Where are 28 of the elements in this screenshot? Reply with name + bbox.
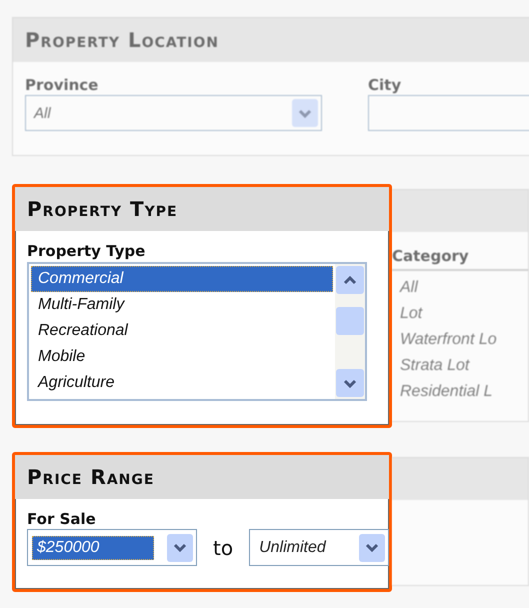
chevron-down-icon	[343, 378, 357, 388]
field-label: City	[368, 76, 402, 94]
list-item[interactable]: Recreational	[31, 318, 333, 344]
panel-title: Price Range	[27, 465, 154, 489]
list-item[interactable]: Commercial	[31, 266, 333, 292]
city-field[interactable]	[368, 95, 529, 131]
field-label: Category	[392, 247, 469, 265]
scroll-down-button[interactable]	[336, 369, 364, 397]
chevron-down-icon	[365, 543, 380, 552]
list-item[interactable]: Multi-Family	[31, 292, 333, 318]
field-label: For Sale	[27, 510, 96, 528]
dropdown-button[interactable]	[359, 534, 386, 562]
max-price-select[interactable]: Unlimited	[249, 529, 390, 566]
scrollbar-thumb[interactable]	[336, 306, 364, 334]
min-price-select[interactable]: $250000	[27, 529, 197, 566]
panel-title: Property Location	[25, 28, 220, 52]
field-label: Property Type	[27, 242, 146, 260]
chevron-down-icon	[173, 543, 187, 552]
property-type-listbox[interactable]: Commercial Multi-Family Recreational Mobile Agriculture	[27, 262, 367, 401]
chevron-up-icon	[343, 276, 357, 284]
range-separator: to	[213, 536, 234, 560]
dropdown-button[interactable]	[167, 534, 193, 562]
scroll-up-button[interactable]	[336, 266, 364, 294]
list-item[interactable]: Mobile	[31, 344, 333, 370]
chevron-down-icon	[298, 108, 312, 118]
field-label: Province	[25, 76, 100, 94]
panel-title: Property Type	[27, 197, 178, 221]
list-item[interactable]: Agriculture	[31, 370, 333, 396]
